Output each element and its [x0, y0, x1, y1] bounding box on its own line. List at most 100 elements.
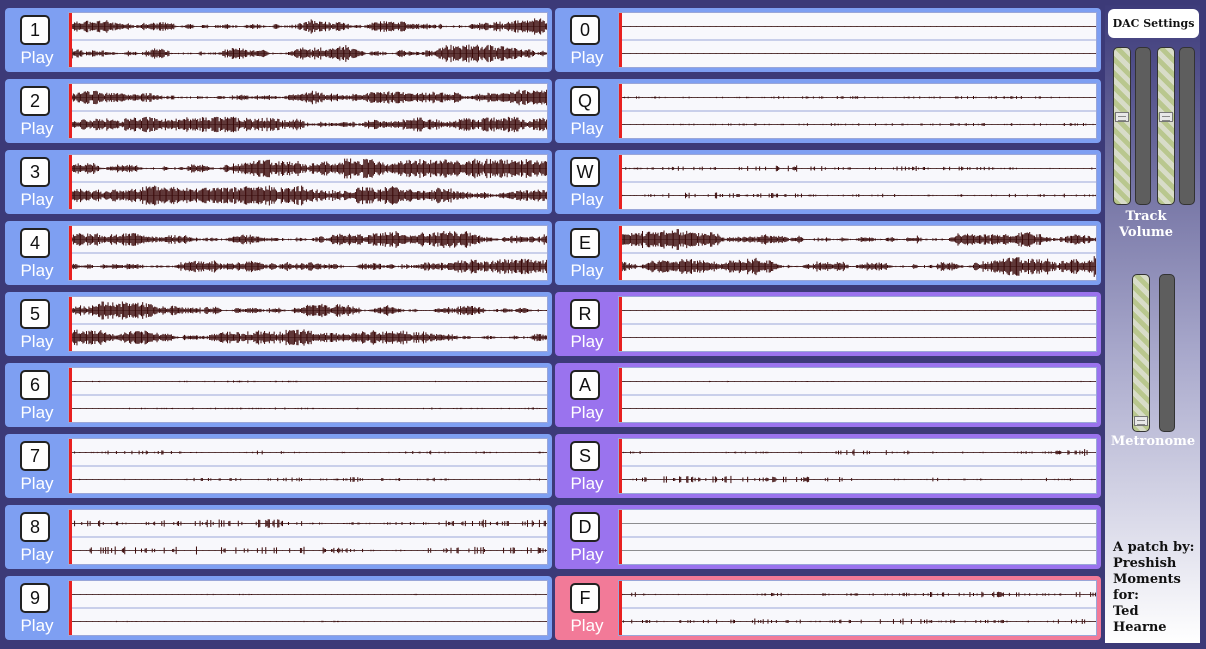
- playhead[interactable]: [619, 510, 622, 564]
- track-volume-slider-left[interactable]: [1113, 47, 1131, 205]
- waveform-graphic: [619, 165, 1096, 199]
- playhead[interactable]: [69, 510, 72, 564]
- metronome-meter: [1159, 274, 1175, 432]
- waveform-graphic: [619, 95, 1096, 127]
- waveform-display[interactable]: [68, 296, 548, 352]
- waveform-display[interactable]: [618, 580, 1097, 636]
- waveform-graphic: [69, 231, 547, 275]
- waveform-display[interactable]: [68, 580, 548, 636]
- playhead[interactable]: [619, 439, 622, 493]
- slider-thumb[interactable]: [1134, 416, 1148, 426]
- waveform-display[interactable]: [68, 225, 548, 281]
- waveform-display[interactable]: [618, 296, 1097, 352]
- waveform-display[interactable]: [618, 12, 1097, 68]
- playhead[interactable]: [619, 297, 622, 351]
- play-button[interactable]: Play: [565, 119, 609, 139]
- waveform-display[interactable]: [618, 367, 1097, 423]
- track-tile[interactable]: A Play: [555, 363, 1101, 427]
- playhead[interactable]: [69, 368, 72, 422]
- track-tile[interactable]: 4 Play: [5, 221, 552, 285]
- waveform-display[interactable]: [618, 225, 1097, 281]
- track-tile[interactable]: 3 Play: [5, 150, 552, 214]
- track-tile[interactable]: W Play: [555, 150, 1101, 214]
- playhead[interactable]: [69, 84, 72, 138]
- credit-line: Preshish: [1113, 556, 1177, 571]
- playhead[interactable]: [619, 581, 622, 635]
- track-key-label: Q: [570, 86, 600, 116]
- play-button[interactable]: Play: [565, 48, 609, 68]
- playhead[interactable]: [619, 226, 622, 280]
- waveform-display[interactable]: [68, 367, 548, 423]
- play-button[interactable]: Play: [15, 474, 59, 494]
- waveform-display[interactable]: [618, 83, 1097, 139]
- track-tile[interactable]: 1 Play: [5, 8, 552, 72]
- slider-thumb[interactable]: [1159, 112, 1173, 122]
- play-button[interactable]: Play: [15, 48, 59, 68]
- waveform-graphic: [69, 519, 547, 555]
- playhead[interactable]: [69, 226, 72, 280]
- track-tile[interactable]: Q Play: [555, 79, 1101, 143]
- track-tile[interactable]: 7 Play: [5, 434, 552, 498]
- play-button[interactable]: Play: [15, 261, 59, 281]
- play-button[interactable]: Play: [565, 190, 609, 210]
- waveform-graphic: [69, 89, 547, 133]
- track-tile[interactable]: F Play: [555, 576, 1101, 640]
- playhead[interactable]: [69, 439, 72, 493]
- waveform-display[interactable]: [68, 12, 548, 68]
- track-key-label: W: [570, 157, 600, 187]
- slider-thumb[interactable]: [1115, 112, 1129, 122]
- play-button[interactable]: Play: [15, 545, 59, 565]
- play-button[interactable]: Play: [15, 332, 59, 352]
- track-tile[interactable]: 9 Play: [5, 576, 552, 640]
- track-tile[interactable]: 6 Play: [5, 363, 552, 427]
- waveform-display[interactable]: [68, 154, 548, 210]
- play-button[interactable]: Play: [15, 403, 59, 423]
- playhead[interactable]: [619, 155, 622, 209]
- play-button[interactable]: Play: [15, 119, 59, 139]
- dac-settings-button[interactable]: DAC Settings: [1108, 9, 1199, 38]
- play-button[interactable]: Play: [565, 403, 609, 423]
- play-button[interactable]: Play: [565, 332, 609, 352]
- waveform-display[interactable]: [68, 509, 548, 565]
- metronome-slider[interactable]: [1132, 274, 1150, 432]
- play-button[interactable]: Play: [565, 545, 609, 565]
- play-button[interactable]: Play: [565, 616, 609, 636]
- playhead[interactable]: [69, 581, 72, 635]
- waveform-display[interactable]: [68, 83, 548, 139]
- playhead[interactable]: [69, 155, 72, 209]
- waveform-graphic: [619, 26, 1096, 54]
- track-tile[interactable]: 2 Play: [5, 79, 552, 143]
- metronome-label: Metronome: [1110, 434, 1196, 449]
- waveform-display[interactable]: [68, 438, 548, 494]
- track-tile[interactable]: D Play: [555, 505, 1101, 569]
- play-button[interactable]: Play: [565, 261, 609, 281]
- track-key-label: F: [570, 583, 600, 613]
- track-key-label: 2: [20, 86, 50, 116]
- play-button[interactable]: Play: [565, 474, 609, 494]
- play-button[interactable]: Play: [15, 616, 59, 636]
- playhead[interactable]: [619, 84, 622, 138]
- track-tile[interactable]: E Play: [555, 221, 1101, 285]
- track-volume-meter-right: [1179, 47, 1195, 205]
- track-tile[interactable]: 8 Play: [5, 505, 552, 569]
- waveform-graphic: [69, 380, 547, 410]
- track-key-label: S: [570, 441, 600, 471]
- playhead[interactable]: [69, 13, 72, 67]
- play-button[interactable]: Play: [15, 190, 59, 210]
- playhead[interactable]: [619, 13, 622, 67]
- track-key-label: E: [570, 228, 600, 258]
- track-key-label: 6: [20, 370, 50, 400]
- waveform-graphic: [69, 158, 547, 206]
- waveform-display[interactable]: [618, 509, 1097, 565]
- playhead[interactable]: [619, 368, 622, 422]
- track-tile[interactable]: S Play: [555, 434, 1101, 498]
- track-tile[interactable]: 0 Play: [555, 8, 1101, 72]
- track-tile[interactable]: R Play: [555, 292, 1101, 356]
- track-tile[interactable]: 5 Play: [5, 292, 552, 356]
- waveform-display[interactable]: [618, 154, 1097, 210]
- waveform-display[interactable]: [618, 438, 1097, 494]
- playhead[interactable]: [69, 297, 72, 351]
- track-key-label: 4: [20, 228, 50, 258]
- track-volume-slider-right[interactable]: [1157, 47, 1175, 205]
- credit-line: Ted: [1113, 604, 1139, 619]
